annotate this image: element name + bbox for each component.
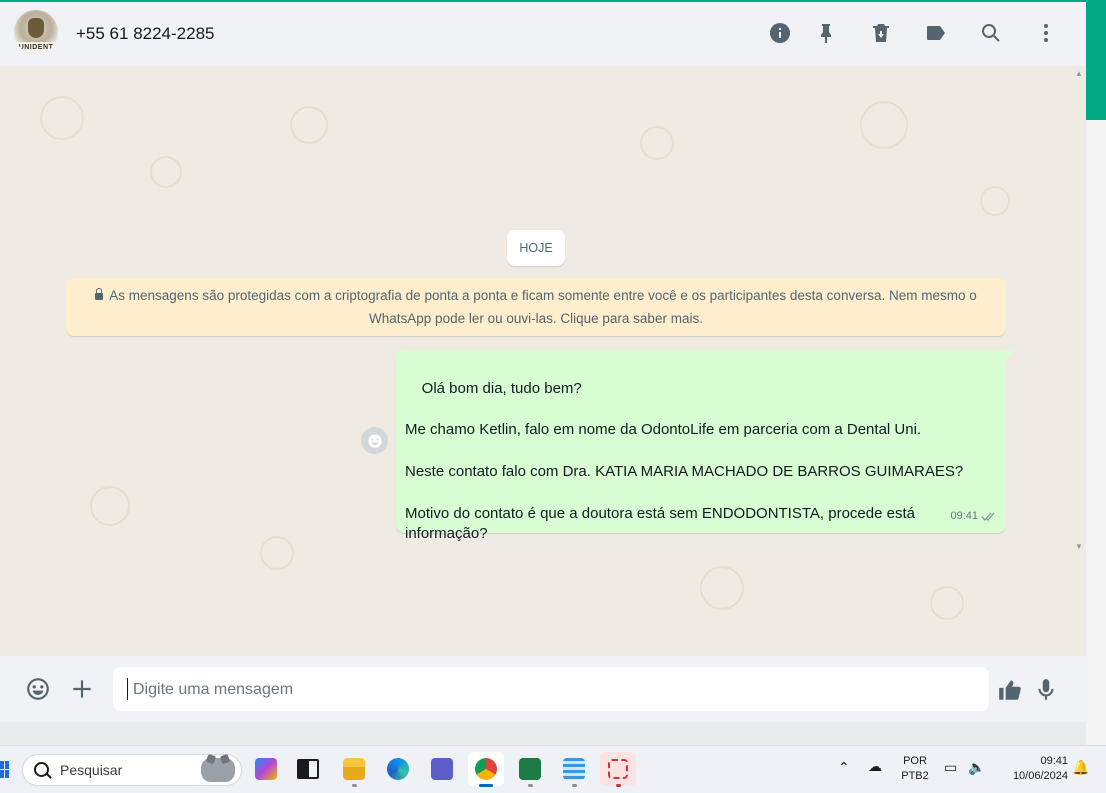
menu-icon[interactable] (1033, 20, 1059, 46)
teams-icon (431, 758, 453, 780)
clock-time: 09:41 (1040, 755, 1068, 767)
windows-start-icon[interactable] (0, 761, 10, 779)
running-indicator (352, 784, 357, 787)
file-explorer-app[interactable] (336, 752, 372, 787)
outgoing-message[interactable]: Olá bom dia, tudo bem? Me chamo Ketlin, … (396, 350, 1006, 542)
notification-bell-icon[interactable]: 🔔 (1072, 759, 1089, 776)
message-time: 09:41 (950, 510, 978, 523)
cloud-off-icon[interactable]: ☁ (868, 758, 882, 775)
running-indicator (528, 784, 533, 787)
attach-plus-icon[interactable] (68, 675, 96, 703)
contact-avatar[interactable]: UNIDENT (14, 10, 58, 54)
text-caret (127, 678, 128, 700)
background-doodle (40, 96, 84, 140)
background-doodle (290, 106, 328, 144)
message-input-container[interactable] (113, 667, 989, 713)
language-code: POR (903, 755, 927, 767)
double-check-icon (981, 512, 995, 522)
running-indicator (572, 784, 577, 787)
thumbs-up-icon[interactable] (996, 676, 1024, 704)
chrome-app[interactable] (468, 752, 504, 787)
search-highlight-dog-icon (201, 758, 235, 782)
background-doodle (260, 536, 294, 570)
pin-icon[interactable] (813, 20, 839, 46)
edge-icon (387, 758, 409, 780)
copilot-app[interactable] (248, 752, 284, 786)
date-divider: HOJE (507, 230, 565, 266)
encryption-notice-text: As mensagens são protegidas com a cripto… (109, 288, 977, 326)
search-icon[interactable] (978, 20, 1004, 46)
encryption-notice[interactable]: As mensagens são protegidas com a cripto… (66, 278, 1006, 336)
window-bottom-edge (0, 722, 1086, 745)
message-tail (1006, 350, 1014, 360)
label-icon[interactable] (923, 20, 949, 46)
keyboard-layout: PTB2 (901, 770, 929, 782)
background-doodle (700, 566, 744, 610)
notepad-app[interactable] (556, 752, 592, 787)
chrome-icon (475, 758, 497, 780)
windows-taskbar: Pesquisar ⌃ ☁ POR PTB2 ▭ 🔈 09:41 10/06/2… (0, 745, 1106, 793)
lock-icon (95, 288, 104, 300)
chevron-up-icon[interactable]: ⌃ (838, 759, 850, 776)
notepad-icon (563, 758, 585, 780)
search-icon (34, 762, 49, 777)
volume-icon[interactable]: 🔈 (968, 759, 985, 776)
delete-icon[interactable] (868, 20, 894, 46)
scroll-up-arrow-icon[interactable]: ▲ (1075, 69, 1083, 78)
chat-area[interactable]: HOJE As mensagens são protegidas com a c… (0, 66, 1086, 656)
background-doodle (930, 586, 964, 620)
taskbar-search-label: Pesquisar (60, 762, 123, 778)
emoji-icon[interactable] (24, 675, 52, 703)
tooth-logo-icon (28, 18, 44, 38)
language-indicator[interactable]: POR PTB2 (900, 754, 930, 784)
chat-header[interactable]: UNIDENT +55 61 8224-2285 (0, 2, 1086, 66)
network-icon[interactable]: ▭ (944, 759, 957, 776)
clock[interactable]: 09:41 10/06/2024 (996, 754, 1068, 784)
background-doodle (90, 486, 130, 526)
snipping-icon (608, 759, 628, 779)
emoji-icon (367, 433, 382, 448)
running-indicator (616, 784, 621, 787)
message-meta: 09:41 (950, 506, 997, 527)
taskbar-search[interactable]: Pesquisar (22, 754, 242, 786)
active-indicator (479, 784, 493, 787)
clock-date: 10/06/2024 (1012, 770, 1068, 782)
message-input[interactable] (131, 667, 975, 713)
snipping-tool-app[interactable] (600, 752, 636, 787)
contact-name[interactable]: +55 61 8224-2285 (76, 24, 215, 44)
background-doodle (150, 156, 182, 188)
scroll-down-arrow-icon[interactable]: ▼ (1075, 542, 1083, 551)
scrollbar-thumb[interactable] (1086, 0, 1106, 120)
background-doodle (980, 186, 1010, 216)
microphone-icon[interactable] (1032, 676, 1060, 704)
background-doodle (640, 126, 674, 160)
copilot-icon (255, 758, 277, 780)
avatar-logo-text: UNIDENT (14, 42, 58, 54)
teams-app[interactable] (424, 752, 460, 786)
folder-icon (343, 758, 365, 780)
excel-app[interactable] (512, 752, 548, 787)
page-scrollbar[interactable] (1086, 0, 1106, 745)
background-doodle (860, 101, 908, 149)
excel-icon (519, 758, 541, 780)
reaction-button[interactable] (361, 427, 388, 454)
edge-app[interactable] (380, 752, 416, 786)
message-text: Olá bom dia, tudo bem? Me chamo Ketlin, … (405, 379, 964, 543)
message-composer-bar (0, 656, 1086, 722)
task-view-icon (297, 759, 319, 779)
task-view-app[interactable] (290, 752, 326, 786)
info-icon[interactable] (767, 20, 793, 46)
